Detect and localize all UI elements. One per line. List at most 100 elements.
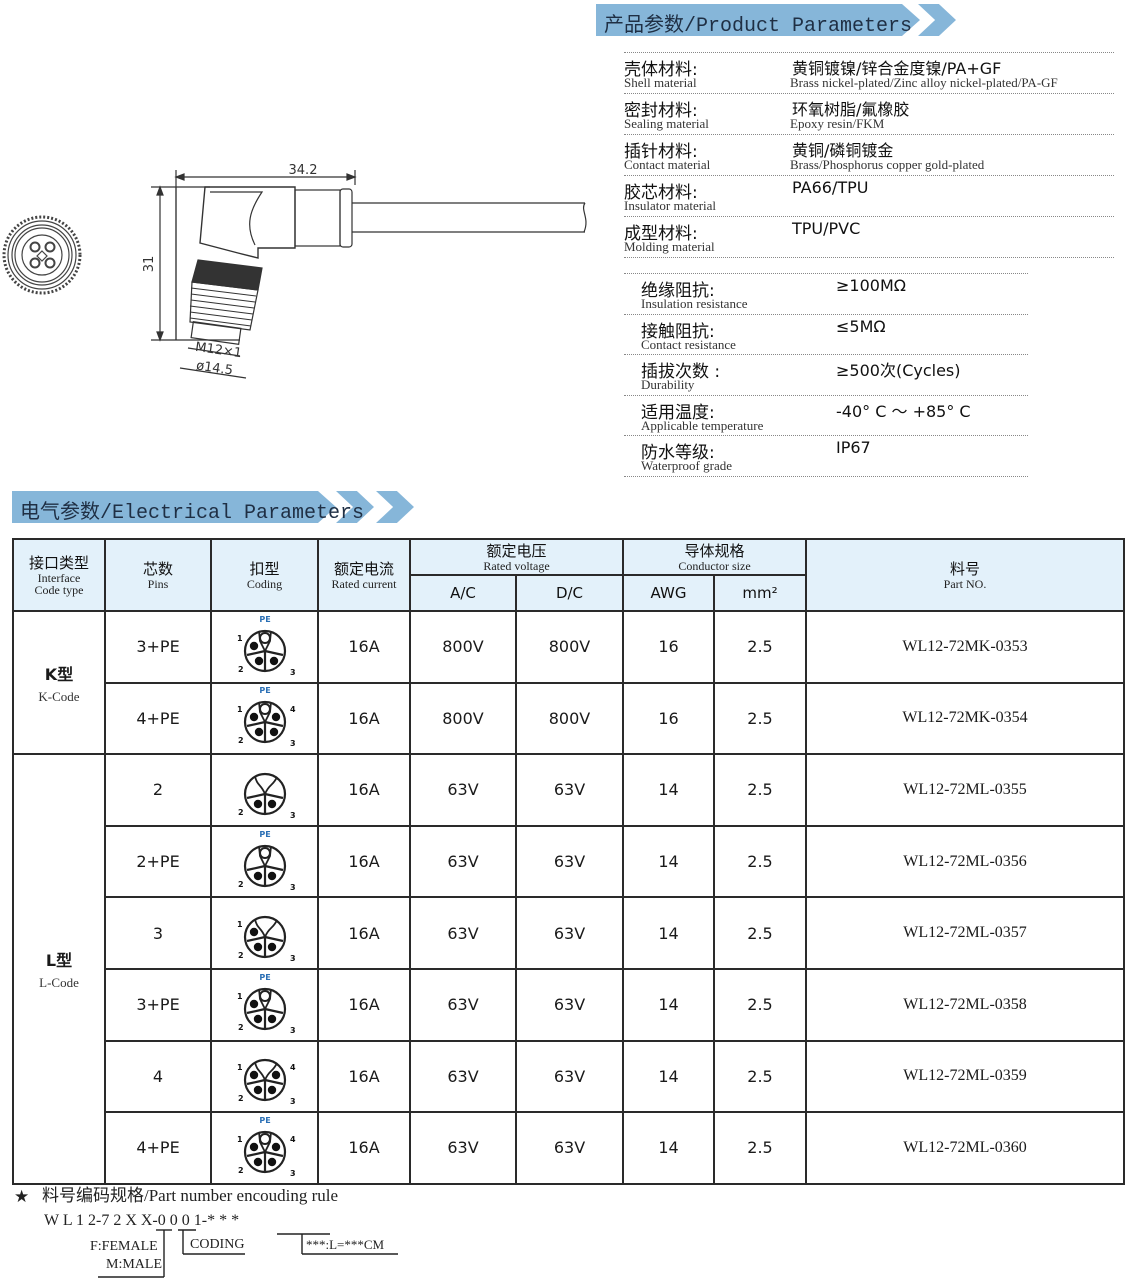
dim-width-label: 34.2: [289, 163, 318, 178]
encoding-rule-code: W L 1 2-7 2 X X-0 0 0 1-* * *: [44, 1212, 239, 1229]
rated-current-cell: 16A: [317, 610, 411, 684]
pin-contact-1: [249, 927, 258, 937]
electrical-parameters-banner: 电气参数/Electrical Parameters: [12, 491, 422, 525]
ac-voltage-cell: 63V: [409, 1111, 517, 1185]
coding-cell: 1 2 3: [210, 896, 319, 970]
ac-voltage-cell: 63V: [409, 753, 517, 827]
pe-contact: [258, 989, 271, 1002]
table-row: K型 K-Code 3+PE PE 1 2 3 16A 800V 800V 16 2.5 WL12-72…: [12, 609, 1126, 756]
header-pins: 芯数 Pins: [104, 538, 212, 612]
pin-contact-1: [249, 999, 258, 1008]
header-dc: D/C: [515, 574, 624, 612]
table-row: L型 L-Code 2 2 3 16A 63V 63V 14 2.5 WL12-72ML-0355: [12, 753, 1126, 1185]
pins-cell: 4+PE: [104, 681, 212, 756]
part-number-cell: WL12-72MK-0354: [805, 681, 1126, 756]
ac-voltage-cell: 800V: [409, 610, 517, 684]
rated-current-cell: 16A: [317, 824, 411, 899]
header-ac: A/C: [409, 574, 517, 612]
awg-cell: 14: [622, 753, 715, 827]
pin-number: 3: [290, 1026, 296, 1035]
pin-contact-3: [269, 728, 278, 737]
param-label-en: Molding material: [624, 239, 715, 254]
awg-cell: 14: [622, 824, 715, 899]
pin-contact-4: [271, 1142, 280, 1152]
product-parameters-title: 产品参数/Product Parameters: [604, 12, 913, 38]
pins-cell: 4+PE: [104, 1111, 212, 1185]
code-type-label-en: K-Code: [38, 688, 80, 704]
pin-contact-3: [267, 871, 276, 880]
divider: [624, 475, 1028, 477]
pin-contact-4: [271, 1071, 280, 1080]
mm2-cell: 2.5: [712, 1039, 808, 1114]
header-awg: AWG: [622, 574, 715, 612]
coding-cell: 23: [210, 753, 319, 827]
pin-contact-1: [249, 641, 258, 650]
pin-number: 3: [290, 811, 296, 820]
pin-number: 1: [237, 1063, 243, 1072]
pin-contact-1: [249, 713, 258, 722]
param-row-molding: 成型材料: Molding material TPU/PVC: [624, 216, 1114, 257]
code-type-label: K型: [44, 664, 74, 684]
pin-contact-2: [253, 1086, 262, 1095]
pins-cell: 3: [104, 896, 212, 970]
coding-cell: PE 1 2 3: [210, 610, 319, 684]
param-row-temperature: 适用温度: Applicable temperature -40° C ～ +8…: [624, 394, 1028, 436]
connector-front-view: [2, 215, 82, 295]
param-row-sealing: 密封材料: Sealing material 环氧树脂/氟橡胶 Epoxy re…: [624, 93, 1114, 134]
ac-voltage-cell: 63V: [409, 967, 517, 1042]
param-value: ≥100MΩ: [836, 276, 906, 295]
param-row-shell: 壳体材料: Shell material 黄铜镀镍/锌合金度镍/PA+GF Br…: [624, 52, 1114, 93]
mm2-cell: 2.5: [712, 824, 808, 899]
dim-height-label: 31: [142, 256, 157, 273]
table-row: 4 1 2 3 4 16A 63V 63V 14 2.5 WL12-72ML-0359: [13, 1039, 1126, 1114]
pin-layout-icon: PE 1 2 3: [237, 973, 296, 1035]
param-row-insulation: 绝缘阻抗: Insulation resistance ≥100MΩ: [624, 273, 1028, 314]
pin-contact-2: [253, 871, 262, 880]
dc-voltage-cell: 63V: [515, 753, 624, 827]
pe-contact: [258, 631, 271, 644]
awg-cell: 14: [622, 967, 715, 1042]
pin-number: 2: [238, 665, 244, 674]
pin-number: 1: [237, 634, 243, 643]
pin-number: 2: [238, 951, 244, 960]
pin-contact-1: [249, 1142, 258, 1152]
param-label-en: Sealing material: [624, 116, 709, 131]
pin-number: 3: [290, 1169, 296, 1178]
param-value-en: Brass nickel-plated/Zinc alloy nickel-pl…: [790, 75, 1058, 90]
coding-cell: PE 1 2 3: [210, 967, 319, 1042]
coding-cell: 1 2 3 4: [210, 1039, 319, 1114]
param-row-contact: 插针材料: Contact material 黄铜/磷铜镀金 Brass/Pho…: [624, 134, 1114, 175]
param-row-contact-resistance: 接触阻抗: Contact resistance ≤5MΩ: [624, 313, 1028, 355]
pin-contact-3: [267, 942, 276, 952]
coding-cell: PE 1 2 3 4: [210, 681, 319, 756]
table-row: 3 1 2 3 16A 63V 63V 14 2.5 WL12-72ML-0357: [13, 896, 1126, 970]
awg-cell: 14: [622, 896, 715, 970]
param-value: TPU/PVC: [792, 219, 861, 238]
mm2-cell: 2.5: [712, 753, 808, 827]
pins-cell: 3+PE: [104, 610, 212, 684]
ac-voltage-cell: 800V: [409, 681, 517, 756]
pin-contact-1: [249, 1071, 258, 1080]
ac-voltage-cell: 63V: [409, 824, 517, 899]
mm2-cell: 2.5: [712, 967, 808, 1042]
pin-number: 2: [238, 880, 244, 889]
pe-contact: [258, 703, 271, 716]
pin-number: 2: [238, 736, 244, 745]
mm2-cell: 2.5: [712, 896, 808, 970]
connector-technical-drawing: 34.2 31 M12×1 ø14.5: [2, 163, 587, 379]
pin-contact-3: [267, 799, 276, 809]
table-row: 4+PE PE 1 2 3 4 16A 63V 63V 14 2.5 WL12-72ML-0360: [13, 1111, 1126, 1185]
part-number-cell: WL12-72ML-0356: [805, 824, 1126, 899]
param-row-durability: 插拔次数 : Durability ≥500次(Cycles): [624, 354, 1028, 395]
pin-contact-4: [271, 713, 280, 722]
rated-current-cell: 16A: [317, 896, 411, 970]
chevron-icon: [918, 4, 956, 36]
pe-contact: [258, 1132, 271, 1145]
pins-cell: 2+PE: [104, 824, 212, 899]
star-icon: ★: [14, 1187, 29, 1206]
note-length: ***:L=***CM: [306, 1237, 385, 1252]
dim-diameter-label: ø14.5: [195, 359, 234, 379]
param-label-en: Shell material: [624, 75, 697, 90]
param-value: ≥500次(Cycles): [836, 361, 961, 380]
pe-contact: [258, 846, 271, 859]
